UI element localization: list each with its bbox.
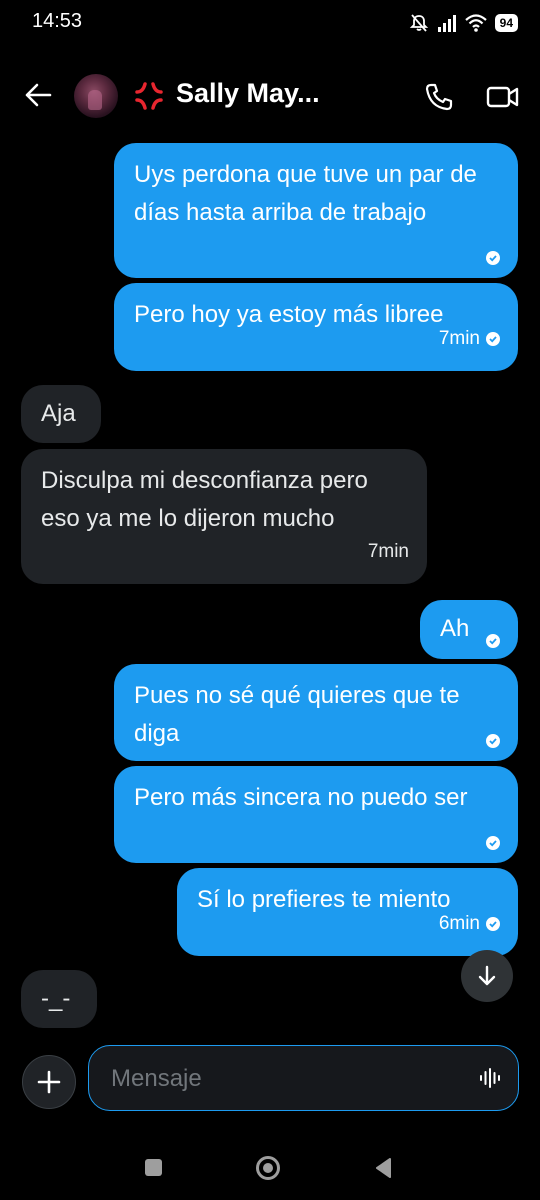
status-time: 14:53	[32, 10, 83, 32]
read-check-icon	[486, 836, 500, 850]
wifi-icon	[464, 14, 487, 32]
message-meta: 6min	[439, 905, 500, 943]
message-bubble-sent[interactable]: Pero hoy ya estoy más libree 7min	[114, 283, 518, 371]
read-check-icon	[486, 734, 500, 748]
battery-level: 94	[494, 14, 518, 32]
message-composer[interactable]	[88, 1045, 519, 1111]
message-meta: 7min	[439, 320, 500, 358]
read-check-icon	[486, 251, 500, 265]
message-meta	[486, 634, 500, 648]
phone-call-icon[interactable]	[424, 82, 454, 112]
message-time: 6min	[438, 913, 480, 934]
scroll-to-bottom-button[interactable]	[461, 950, 513, 1002]
plus-icon	[37, 1070, 61, 1094]
message-text: -_-	[41, 985, 71, 1012]
contact-name[interactable]: Sally May...	[176, 78, 320, 109]
message-text: Uys perdona que tuve un par de días hast…	[134, 161, 477, 226]
read-check-icon	[486, 917, 500, 931]
arrow-down-icon	[478, 965, 496, 986]
message-meta	[486, 836, 500, 850]
message-text: Sí lo prefieres te miento	[197, 886, 451, 913]
avatar[interactable]	[74, 74, 118, 118]
message-text: Disculpa mi desconfianza pero eso ya me …	[41, 467, 368, 532]
add-attachment-button[interactable]	[22, 1055, 76, 1109]
message-bubble-received[interactable]: Aja	[21, 385, 101, 443]
message-text: Pues no sé qué quieres que te diga	[134, 682, 460, 747]
message-text: Ah	[440, 615, 470, 642]
message-bubble-sent[interactable]: Pues no sé qué quieres que te diga	[114, 664, 518, 761]
read-check-icon	[486, 332, 500, 346]
message-meta: 7min	[368, 533, 409, 571]
message-text: Pero hoy ya estoy más libree	[134, 301, 444, 328]
home-button[interactable]	[256, 1156, 280, 1180]
video-call-icon[interactable]	[486, 84, 520, 110]
message-time: 7min	[438, 328, 480, 349]
message-meta	[486, 734, 500, 748]
read-check-icon	[486, 634, 500, 648]
message-text: Pero más sincera no puedo ser	[134, 784, 468, 811]
message-bubble-received[interactable]: -_-	[21, 970, 97, 1028]
message-bubble-sent[interactable]: Ah	[420, 600, 518, 659]
back-arrow-icon[interactable]	[24, 82, 52, 108]
message-input[interactable]	[109, 1058, 463, 1100]
message-bubble-received[interactable]: Disculpa mi desconfianza pero eso ya me …	[21, 449, 427, 584]
chat-header: Sally May...	[0, 60, 540, 130]
status-icons: 94	[409, 12, 518, 34]
message-time: 7min	[367, 541, 409, 562]
anger-symbol-icon	[135, 82, 163, 110]
message-bubble-sent[interactable]: Sí lo prefieres te miento 6min	[177, 868, 518, 956]
message-bubble-sent[interactable]: Pero más sincera no puedo ser	[114, 766, 518, 863]
message-text: Aja	[41, 400, 76, 427]
signal-icon	[437, 15, 456, 32]
nav-back-icon[interactable]	[374, 1157, 392, 1179]
recent-apps-button[interactable]	[145, 1159, 162, 1176]
message-bubble-sent[interactable]: Uys perdona que tuve un par de días hast…	[114, 143, 518, 278]
message-meta	[486, 251, 500, 265]
voice-waveform-icon[interactable]	[478, 1066, 502, 1090]
muted-bell-icon	[409, 14, 428, 32]
